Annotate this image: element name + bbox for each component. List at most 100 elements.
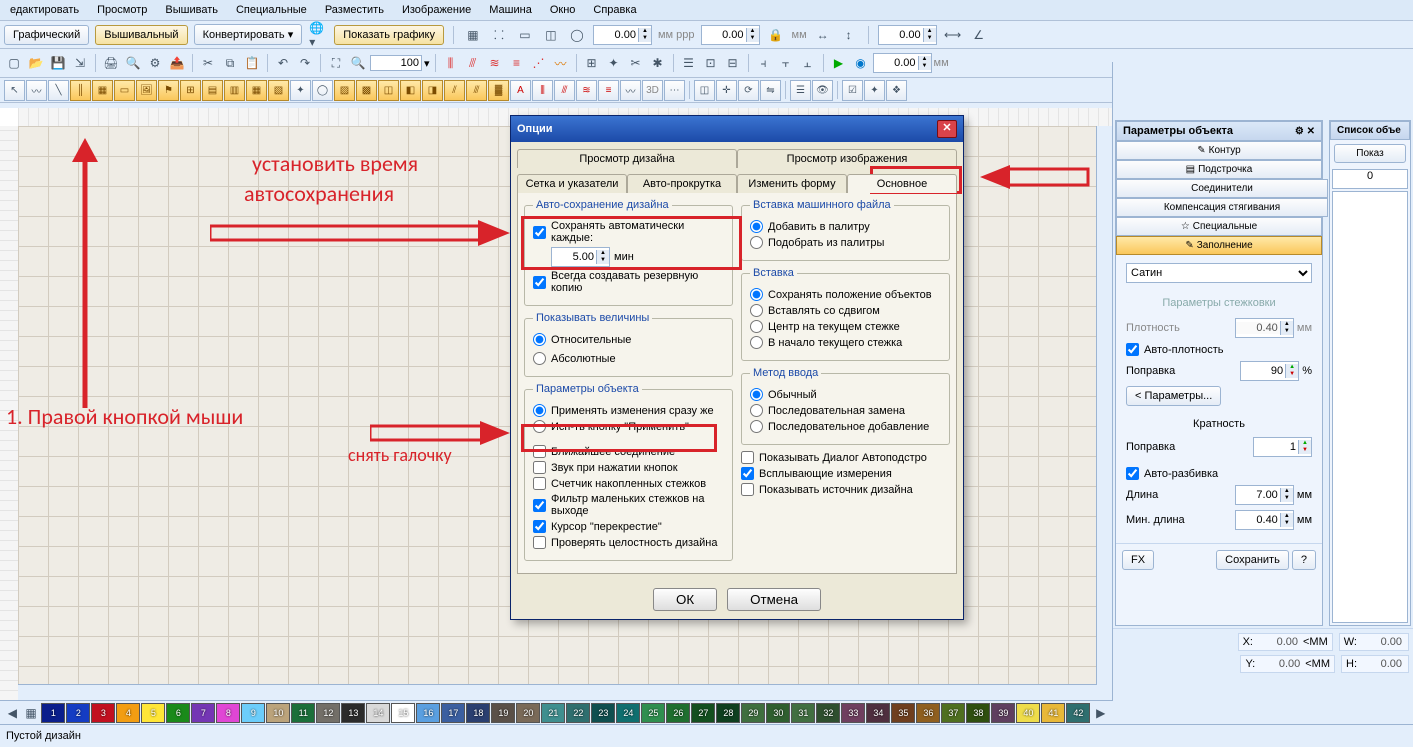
radio-input-normal[interactable]: Обычный bbox=[750, 388, 941, 401]
dim-icon[interactable]: ⟷ bbox=[943, 25, 963, 45]
snap-icon[interactable]: ▭ bbox=[515, 25, 535, 45]
autosave-interval-input[interactable]: ▲▼ bbox=[551, 247, 610, 267]
machine-icon[interactable]: ⚙ bbox=[145, 53, 165, 73]
radio-start-stitch[interactable]: В начало текущего стежка bbox=[750, 336, 941, 349]
ptab-contour[interactable]: ✎ Контур bbox=[1116, 141, 1322, 160]
tool-star[interactable]: ✦ bbox=[290, 80, 311, 101]
menu-place[interactable]: Разместить bbox=[325, 4, 384, 16]
tool-pattern5[interactable]: ◨ bbox=[422, 80, 443, 101]
palette-swatch[interactable]: 9 bbox=[241, 703, 265, 723]
stitch-run-icon[interactable]: ⋰ bbox=[529, 53, 549, 73]
chk-auto-split[interactable]: Авто-разбивка bbox=[1126, 467, 1312, 480]
preview-icon[interactable]: 🔍 bbox=[123, 53, 143, 73]
palette-swatch[interactable]: 42 bbox=[1066, 703, 1090, 723]
undo-icon[interactable]: ↶ bbox=[273, 53, 293, 73]
tool-dotted[interactable]: ⋯ bbox=[664, 80, 685, 101]
tool-mirror[interactable]: ⇋ bbox=[760, 80, 781, 101]
tool-needle[interactable]: ✦ bbox=[864, 80, 885, 101]
angle-icon[interactable]: ∠ bbox=[969, 25, 989, 45]
palette-swatch[interactable]: 26 bbox=[666, 703, 690, 723]
ok-button[interactable]: ОК bbox=[653, 588, 717, 611]
menu-edit[interactable]: едактировать bbox=[10, 4, 79, 16]
stitch-satin-icon[interactable]: ≡ bbox=[507, 53, 527, 73]
stitch-red-icon[interactable]: ⫼ bbox=[441, 53, 461, 73]
menu-image[interactable]: Изображение bbox=[402, 4, 471, 16]
scrollbar-horizontal[interactable] bbox=[18, 684, 1113, 701]
palette-swatch[interactable]: 6 bbox=[166, 703, 190, 723]
tool-pattern3[interactable]: ◫ bbox=[378, 80, 399, 101]
send-icon[interactable]: 📤 bbox=[167, 53, 187, 73]
grid-icon[interactable]: ▦ bbox=[463, 25, 483, 45]
minlen-input[interactable]: ▲▼ bbox=[1235, 510, 1294, 530]
close-icon[interactable]: ✕ bbox=[937, 120, 957, 138]
tool-layers[interactable]: ☰ bbox=[790, 80, 811, 101]
len-input[interactable]: ▲▼ bbox=[1235, 485, 1294, 505]
chk-autoselect-dialog[interactable]: Показывать Диалог Автоподстро bbox=[741, 451, 950, 464]
tool-pattern1[interactable]: ▨ bbox=[334, 80, 355, 101]
chk-show-source[interactable]: Показывать источник дизайна bbox=[741, 483, 950, 496]
palette-swatch[interactable]: 2 bbox=[66, 703, 90, 723]
palette-swatch[interactable]: 29 bbox=[741, 703, 765, 723]
layer-icon[interactable]: ☰ bbox=[679, 53, 699, 73]
group-icon[interactable]: ⊡ bbox=[701, 53, 721, 73]
zoom-fit-icon[interactable]: ⛶ bbox=[326, 53, 346, 73]
stitch-type-select[interactable]: Сатин bbox=[1126, 263, 1312, 283]
gear-icon[interactable]: ⚙ ✕ bbox=[1295, 126, 1315, 137]
tool-curve[interactable]: 〰 bbox=[26, 80, 47, 101]
tool-pattern2[interactable]: ▩ bbox=[356, 80, 377, 101]
chk-filter[interactable]: Фильтр маленьких стежков на выходе bbox=[533, 493, 724, 517]
tab-general[interactable]: Основное bbox=[847, 174, 957, 193]
palette-prev-icon[interactable]: ◀ bbox=[4, 703, 21, 723]
palette-swatch[interactable]: 5 bbox=[141, 703, 165, 723]
hoop-icon[interactable]: ◯ bbox=[567, 25, 587, 45]
cut-icon[interactable]: ✂ bbox=[198, 53, 218, 73]
ptab-pull[interactable]: Компенсация стягивания bbox=[1116, 198, 1328, 217]
palette-swatch[interactable]: 12 bbox=[316, 703, 340, 723]
palette-swatch[interactable]: 7 bbox=[191, 703, 215, 723]
chk-backup[interactable]: Всегда создавать резервную копию bbox=[533, 270, 724, 294]
radio-absolute[interactable]: Абсолютные bbox=[533, 352, 616, 365]
tool-3d[interactable]: 3D bbox=[642, 80, 663, 101]
tool-flag[interactable]: ⚑ bbox=[158, 80, 179, 101]
copy-icon[interactable]: ⧉ bbox=[220, 53, 240, 73]
align-right-icon[interactable]: ⫠ bbox=[798, 53, 818, 73]
tool-hatch1[interactable]: ⫽ bbox=[444, 80, 465, 101]
paste-icon[interactable]: 📋 bbox=[242, 53, 262, 73]
tool-rotate[interactable]: ⟳ bbox=[738, 80, 759, 101]
palette-swatch[interactable]: 28 bbox=[716, 703, 740, 723]
palette-swatch[interactable]: 11 bbox=[291, 703, 315, 723]
ptab-connectors[interactable]: Соединители bbox=[1116, 179, 1328, 198]
grid-dots-icon[interactable]: ⸬ bbox=[489, 25, 509, 45]
tab-view-design[interactable]: Просмотр дизайна bbox=[517, 149, 737, 168]
fx-button[interactable]: FX bbox=[1122, 550, 1154, 570]
chk-crosshair[interactable]: Курсор "перекрестие" bbox=[533, 520, 724, 533]
params-button[interactable]: < Параметры... bbox=[1126, 386, 1221, 406]
tool-run3[interactable]: ≋ bbox=[576, 80, 597, 101]
align-center-icon[interactable]: ⫟ bbox=[776, 53, 796, 73]
menu-machine[interactable]: Машина bbox=[489, 4, 532, 16]
tool-grid[interactable]: ▦ bbox=[92, 80, 113, 101]
zoom-input[interactable] bbox=[370, 55, 422, 71]
chk-counter[interactable]: Счетчик накопленных стежков bbox=[533, 477, 724, 490]
chk-sound[interactable]: Звук при нажатии кнопок bbox=[533, 461, 724, 474]
ptab-fill[interactable]: ✎ Заполнение bbox=[1116, 236, 1322, 255]
scrollbar-vertical[interactable] bbox=[1096, 126, 1113, 685]
help-button[interactable]: ? bbox=[1292, 550, 1316, 570]
palette-swatch[interactable]: 16 bbox=[416, 703, 440, 723]
palette-swatch[interactable]: 38 bbox=[966, 703, 990, 723]
radio-keep-pos[interactable]: Сохранять положение объектов bbox=[750, 288, 941, 301]
align-h-icon[interactable]: ↔ bbox=[813, 25, 833, 45]
palette-swatch[interactable]: 25 bbox=[641, 703, 665, 723]
chk-auto-density[interactable]: Авто-плотность bbox=[1126, 343, 1312, 356]
radio-apply-now[interactable]: Применять изменения сразу же bbox=[533, 404, 724, 417]
spin-extra[interactable]: ▲▼ bbox=[878, 25, 937, 45]
tool-select[interactable]: ↖ bbox=[4, 80, 25, 101]
spin-grid-x[interactable]: ▲▼ bbox=[593, 25, 652, 45]
tab-grid[interactable]: Сетка и указатели bbox=[517, 174, 627, 193]
tool-circle[interactable]: ◯ bbox=[312, 80, 333, 101]
menu-special[interactable]: Специальные bbox=[236, 4, 307, 16]
play-icon[interactable]: ▶ bbox=[829, 53, 849, 73]
stitch-fill-icon[interactable]: ≋ bbox=[485, 53, 505, 73]
tab-autoscroll[interactable]: Авто-прокрутка bbox=[627, 174, 737, 193]
radio-shift[interactable]: Вставлять со сдвигом bbox=[750, 304, 941, 317]
